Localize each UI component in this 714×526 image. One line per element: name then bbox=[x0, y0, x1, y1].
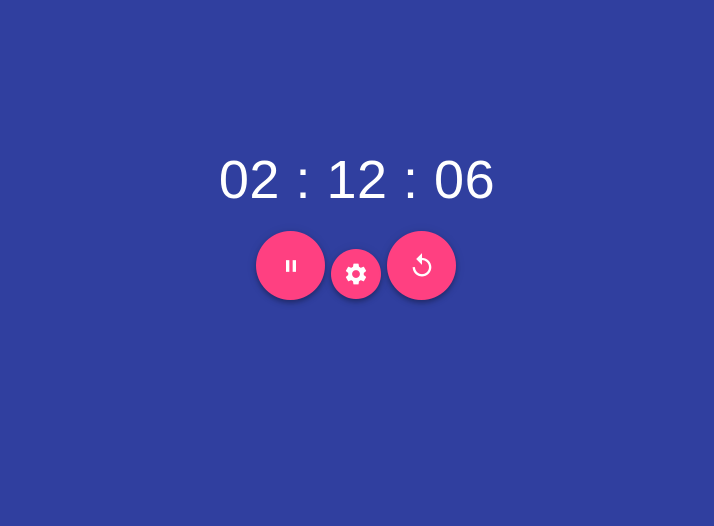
pause-button[interactable] bbox=[256, 231, 325, 300]
time-display: 02 : 12 : 06 bbox=[218, 150, 496, 210]
gear-icon bbox=[343, 261, 369, 287]
replay-icon bbox=[408, 252, 436, 280]
reset-button[interactable] bbox=[387, 231, 456, 300]
pause-icon bbox=[281, 256, 301, 276]
timer-app: 02 : 12 : 06 bbox=[0, 0, 714, 526]
settings-button[interactable] bbox=[331, 249, 381, 299]
